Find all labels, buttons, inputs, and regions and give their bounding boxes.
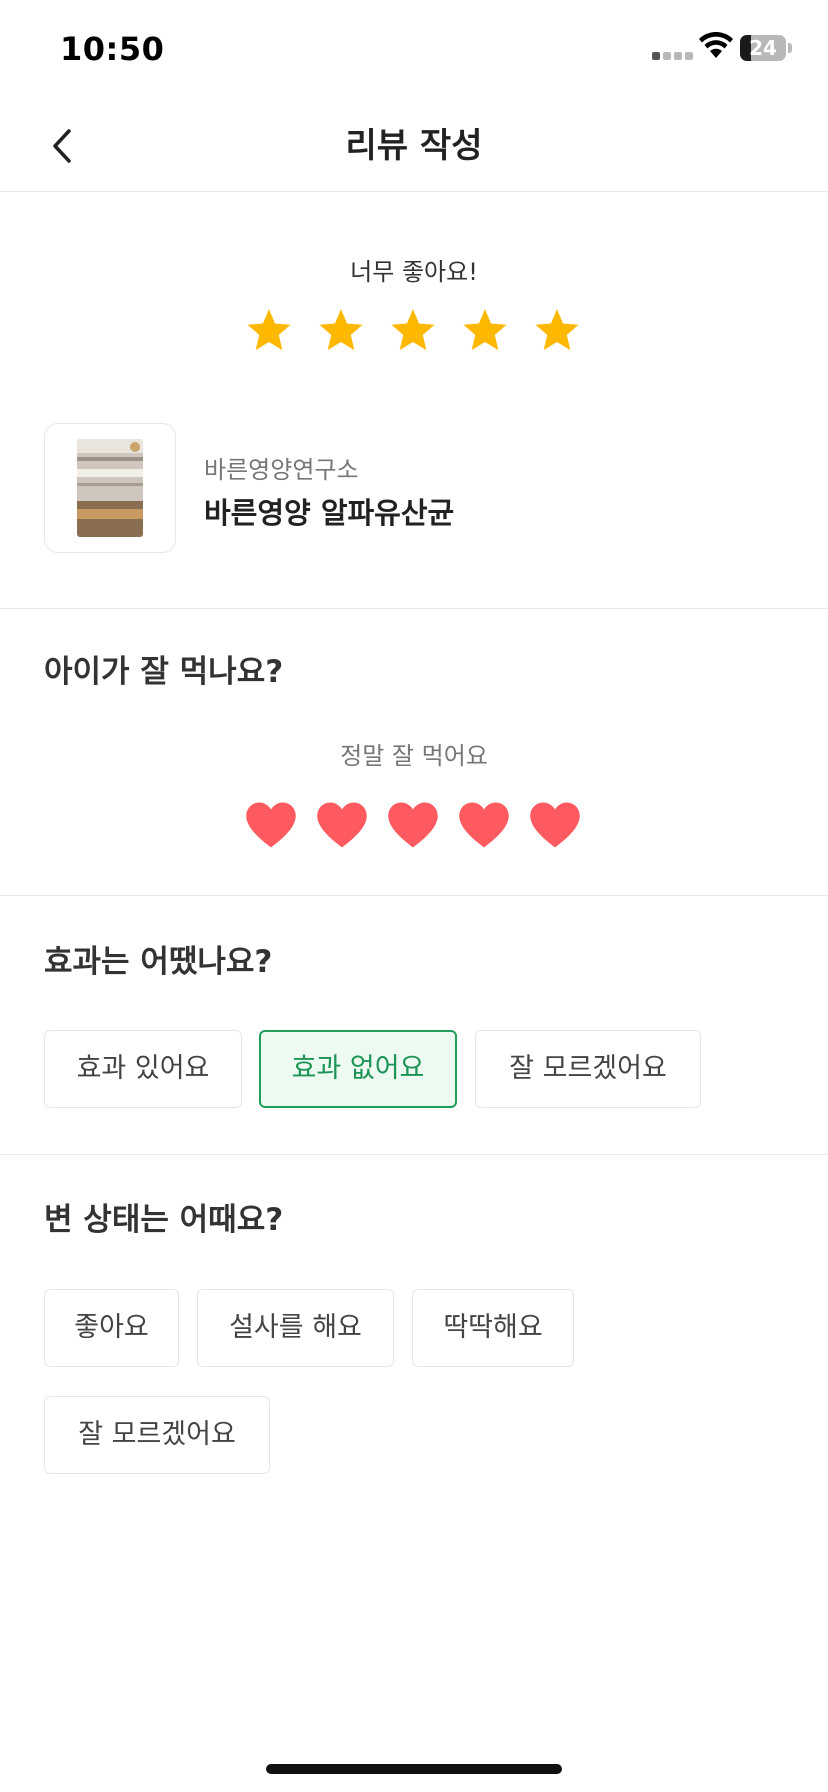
product-box-picture	[77, 439, 143, 537]
section-divider	[0, 1154, 828, 1155]
section-divider	[0, 895, 828, 896]
product-brand: 바른영양연구소	[204, 456, 359, 484]
heart-icon[interactable]	[528, 800, 582, 850]
effect-option-effective[interactable]: 효과 있어요	[44, 1030, 242, 1108]
stool-question-title: 변 상태는 어때요?	[44, 1202, 284, 1238]
star-icon[interactable]	[316, 306, 366, 356]
review-write-screen: 10:50 24 리뷰 작성 너무 좋아요! 바른영양연구소 바른영양 알파유산…	[0, 0, 828, 1792]
eating-caption: 정말 잘 먹어요	[340, 742, 488, 770]
product-name: 바른영양 알파유산균	[204, 496, 455, 530]
eating-question-title: 아이가 잘 먹나요?	[44, 654, 284, 690]
star-icon[interactable]	[388, 306, 438, 356]
star-icon[interactable]	[460, 306, 510, 356]
back-button[interactable]	[40, 122, 84, 170]
rating-caption: 너무 좋아요!	[350, 258, 478, 286]
navigation-header: 리뷰 작성	[0, 100, 828, 192]
product-image	[44, 423, 176, 553]
battery-icon: 24	[740, 35, 792, 61]
star-rating[interactable]	[244, 306, 582, 356]
status-bar: 10:50 24	[0, 0, 828, 100]
stool-option-not-sure[interactable]: 잘 모르겠어요	[44, 1396, 270, 1474]
stool-option-diarrhea[interactable]: 설사를 해요	[197, 1289, 394, 1367]
heart-rating[interactable]	[244, 800, 582, 850]
battery-level-text: 24	[749, 36, 777, 60]
star-icon[interactable]	[244, 306, 294, 356]
effect-question-title: 효과는 어땠나요?	[44, 944, 273, 980]
stool-option-hard[interactable]: 딱딱해요	[412, 1289, 574, 1367]
stool-option-good[interactable]: 좋아요	[44, 1289, 179, 1367]
heart-icon[interactable]	[457, 800, 511, 850]
section-divider	[0, 608, 828, 609]
chevron-left-icon	[53, 129, 71, 163]
star-icon[interactable]	[532, 306, 582, 356]
page-title: 리뷰 작성	[345, 126, 483, 166]
status-time: 10:50	[60, 30, 165, 68]
effect-option-not-sure[interactable]: 잘 모르겠어요	[475, 1030, 701, 1108]
heart-icon[interactable]	[315, 800, 369, 850]
heart-icon[interactable]	[386, 800, 440, 850]
heart-icon[interactable]	[244, 800, 298, 850]
signal-icon	[652, 52, 693, 60]
wifi-icon	[699, 32, 733, 58]
home-indicator	[266, 1764, 562, 1774]
effect-option-not-effective[interactable]: 효과 없어요	[259, 1030, 457, 1108]
